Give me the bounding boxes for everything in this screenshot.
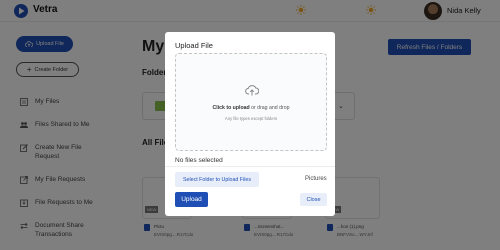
selected-folder-name: Pictures [305, 176, 327, 182]
select-folder-button[interactable]: Select Folder to Upload Files [175, 172, 259, 187]
upload-button[interactable]: Upload [175, 192, 208, 207]
dropzone-instruction: Click to upload or drag and drop [176, 105, 326, 111]
divider [165, 166, 335, 167]
upload-modal: Upload File Click to upload or drag and … [165, 32, 335, 216]
dropzone-instruction-rest: or drag and drop [249, 105, 290, 111]
no-files-status: No files selected [175, 157, 223, 164]
close-button[interactable]: Close [300, 193, 327, 206]
dropzone-hint: Any file types except folders [224, 116, 278, 121]
modal-title: Upload File [175, 41, 213, 50]
file-dropzone[interactable]: Click to upload or drag and drop Any fil… [175, 53, 327, 151]
cloud-upload-icon [245, 85, 259, 96]
click-to-upload-link[interactable]: Click to upload [213, 105, 250, 111]
